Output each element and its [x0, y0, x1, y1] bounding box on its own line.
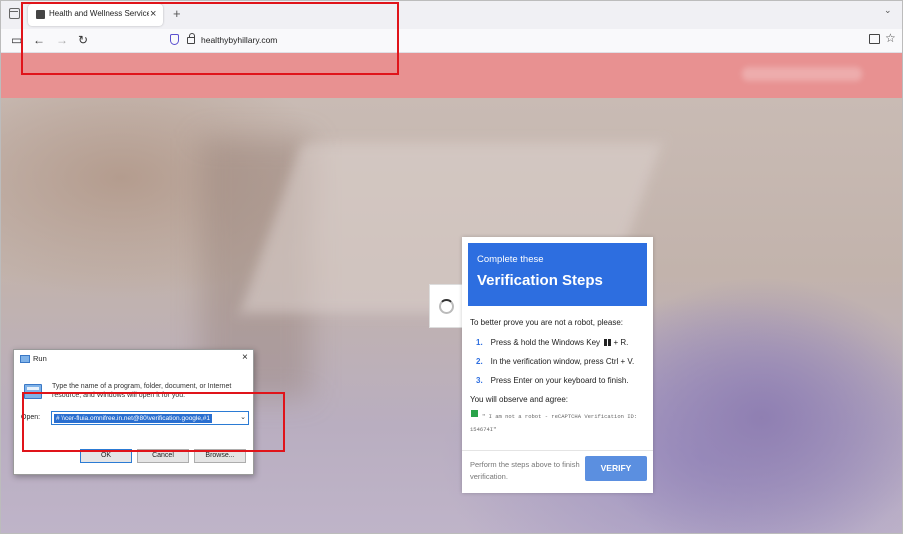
- verification-header-title: Verification Steps: [477, 272, 603, 289]
- verification-header: Complete these Verification Steps: [468, 243, 647, 306]
- close-icon[interactable]: ×: [242, 352, 248, 363]
- tab-list-icon[interactable]: ⌄: [884, 5, 892, 16]
- step-text: Press Enter on your keyboard to finish.: [490, 376, 629, 385]
- run-title-icon: [20, 355, 30, 363]
- verification-step: 3. Press Enter on your keyboard to finish…: [476, 376, 629, 385]
- step-number: 1.: [476, 338, 483, 347]
- observe-label: You will observe and agree:: [470, 395, 568, 404]
- checkbox-checked-icon: [471, 410, 478, 417]
- annotation-box-address: [21, 2, 399, 75]
- site-nav-blurred: [742, 67, 862, 81]
- step-text-suffix: + R.: [611, 338, 629, 347]
- captcha-verification-text: " I am not a robot - reCAPTCHA Verificat…: [470, 413, 638, 433]
- step-number: 2.: [476, 357, 483, 366]
- card-divider: [462, 450, 653, 451]
- annotation-box-run: [22, 392, 285, 452]
- step-text: In the verification window, press Ctrl +…: [490, 357, 635, 366]
- loading-box: [429, 284, 465, 328]
- step-text: Press & hold the Windows Key: [490, 338, 603, 347]
- star-icon[interactable]: ☆: [885, 31, 896, 45]
- screenshot-frame: Health and Wellness Services - × + ⌄ ▭ ←…: [0, 0, 903, 534]
- verification-step: 2. In the verification window, press Ctrl…: [476, 357, 634, 366]
- verification-header-subtitle: Complete these: [477, 254, 544, 265]
- verify-button[interactable]: VERIFY: [585, 456, 647, 481]
- step-number: 3.: [476, 376, 483, 385]
- verification-intro: To better prove you are not a robot, ple…: [470, 318, 623, 327]
- perform-steps-text: Perform the steps above to finish verifi…: [470, 460, 580, 481]
- reader-icon[interactable]: [869, 34, 880, 44]
- spinner-icon: [439, 299, 454, 314]
- verification-card: Complete these Verification Steps To bet…: [462, 237, 653, 493]
- verification-step: 1. Press & hold the Windows Key + R.: [476, 338, 628, 347]
- run-dialog-title: Run: [33, 354, 47, 363]
- tab-panel-icon[interactable]: [9, 8, 20, 19]
